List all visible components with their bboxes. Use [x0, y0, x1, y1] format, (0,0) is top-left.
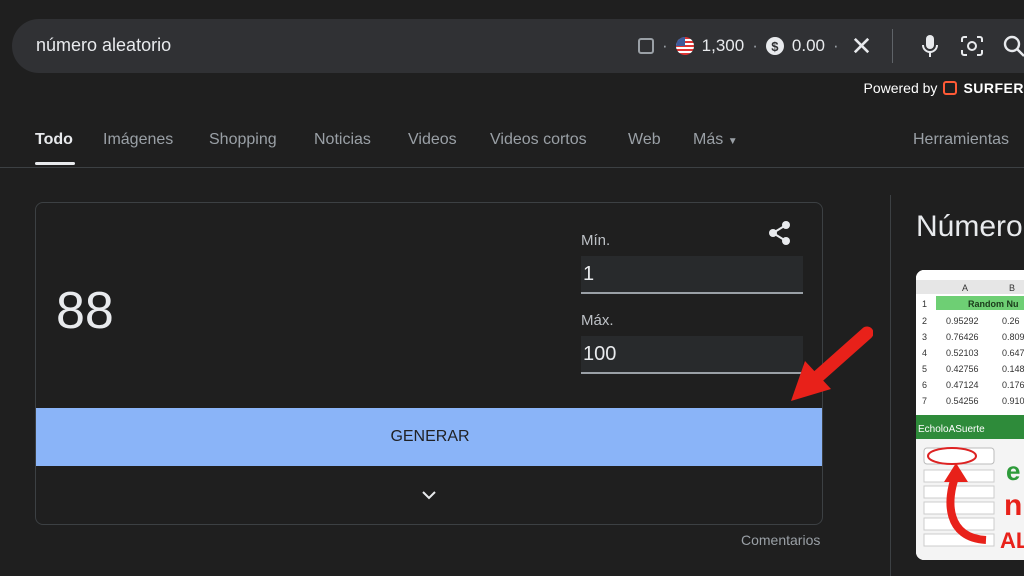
powered-by-label: Powered by: [863, 80, 938, 96]
tab-videos-cortos[interactable]: Videos cortos: [490, 131, 587, 149]
thumb-row-num: 3: [922, 332, 927, 342]
thumb-cell: 0.910: [1002, 396, 1024, 406]
tabs-divider: [0, 167, 1024, 168]
thumb-row-num: 4: [922, 348, 927, 358]
tab-todo[interactable]: Todo: [35, 131, 73, 149]
annotation-arrow-icon: [791, 326, 873, 401]
thumb-big-letter: e: [1006, 456, 1020, 486]
tab-shopping[interactable]: Shopping: [209, 131, 277, 149]
thumb-big-letter: AL: [1000, 528, 1024, 553]
credits-count: 1,300: [701, 36, 745, 55]
generate-button[interactable]: GENERAR: [36, 408, 822, 466]
surfer-logo-icon: [943, 81, 958, 95]
tools-button[interactable]: Herramientas: [913, 131, 1009, 149]
chevron-down-icon[interactable]: [419, 485, 439, 505]
thumb-header: Random Nu: [968, 299, 1019, 309]
search-divider: [892, 29, 894, 63]
tab-imagenes[interactable]: Imágenes: [103, 131, 173, 149]
min-input[interactable]: 1: [581, 256, 803, 294]
separator-dot: ·: [752, 36, 758, 55]
knowledge-panel-image[interactable]: A B Random Nu 1 2 0.95292 0.26 3 0.76426…: [916, 270, 1024, 560]
tab-mas-label: Más: [693, 131, 724, 148]
search-bar-actions: · 1,300 · $ 0.00 · ✕: [638, 19, 1024, 73]
balance-value: 0.00: [791, 36, 825, 55]
us-flag-icon: [675, 37, 694, 55]
thumb-row-num: 2: [922, 316, 927, 326]
thumb-col-a: A: [962, 283, 968, 293]
tab-web[interactable]: Web: [628, 131, 661, 149]
checkbox-icon[interactable]: [638, 38, 654, 54]
max-label: Máx.: [581, 312, 614, 329]
clear-search-icon[interactable]: ✕: [851, 31, 873, 62]
panel-divider: [890, 195, 891, 576]
feedback-link[interactable]: Comentarios: [741, 532, 820, 548]
generated-number: 88: [56, 282, 114, 340]
separator-dot: ·: [832, 36, 839, 55]
thumb-row-num: 1: [922, 299, 927, 309]
thumb-cell: 0.647: [1002, 348, 1024, 358]
thumb-cell: 0.26: [1002, 316, 1020, 326]
search-tabs: Todo Imágenes Shopping Noticias Videos V…: [0, 128, 1024, 168]
thumb-row-num: 5: [922, 364, 927, 374]
dollar-coin-icon: $: [765, 37, 784, 55]
active-tab-indicator: [35, 162, 75, 165]
thumb-col-b: B: [1009, 283, 1015, 293]
thumb-cell: 0.52103: [946, 348, 979, 358]
thumb-cell: 0.809: [1002, 332, 1024, 342]
surfer-brand: SURFER: [963, 80, 1024, 96]
spreadsheet-thumbnail: A B Random Nu 1 2 0.95292 0.26 3 0.76426…: [916, 270, 1024, 560]
thumb-cell: 0.76426: [946, 332, 979, 342]
tab-videos[interactable]: Videos: [408, 131, 457, 149]
search-icon[interactable]: [997, 35, 1024, 57]
thumb-cell: 0.54256: [946, 396, 979, 406]
thumb-cell: 0.95292: [946, 316, 979, 326]
random-number-generator: 88 Mín. 1 Máx. 100 GENERAR: [35, 202, 823, 525]
thumb-row-num: 7: [922, 396, 927, 406]
powered-by-badge: Powered by SURFER: [864, 80, 1024, 96]
thumb-cell: 0.42756: [946, 364, 979, 374]
min-label: Mín.: [581, 232, 611, 249]
thumb-row-num: 6: [922, 380, 927, 390]
tab-mas[interactable]: Más ▼: [693, 131, 738, 149]
thumb-cell: 0.176: [1002, 380, 1024, 390]
microphone-icon[interactable]: [913, 34, 947, 58]
search-bar[interactable]: número aleatorio · 1,300 · $ 0.00 · ✕: [12, 19, 1024, 73]
thumb-big-letter: n: [1004, 489, 1022, 522]
separator-dot: ·: [662, 36, 668, 55]
knowledge-panel-title: Número: [916, 210, 1023, 243]
thumb-banner: EcholoASuerte: [918, 424, 985, 435]
caret-down-icon: ▼: [727, 136, 738, 147]
thumb-cell: 0.47124: [946, 380, 979, 390]
share-icon[interactable]: [766, 219, 794, 247]
search-query[interactable]: número aleatorio: [36, 35, 171, 56]
tab-noticias[interactable]: Noticias: [314, 131, 371, 149]
max-input[interactable]: 100: [581, 336, 803, 374]
lens-camera-icon[interactable]: [955, 35, 989, 57]
thumb-cell: 0.148: [1002, 364, 1024, 374]
